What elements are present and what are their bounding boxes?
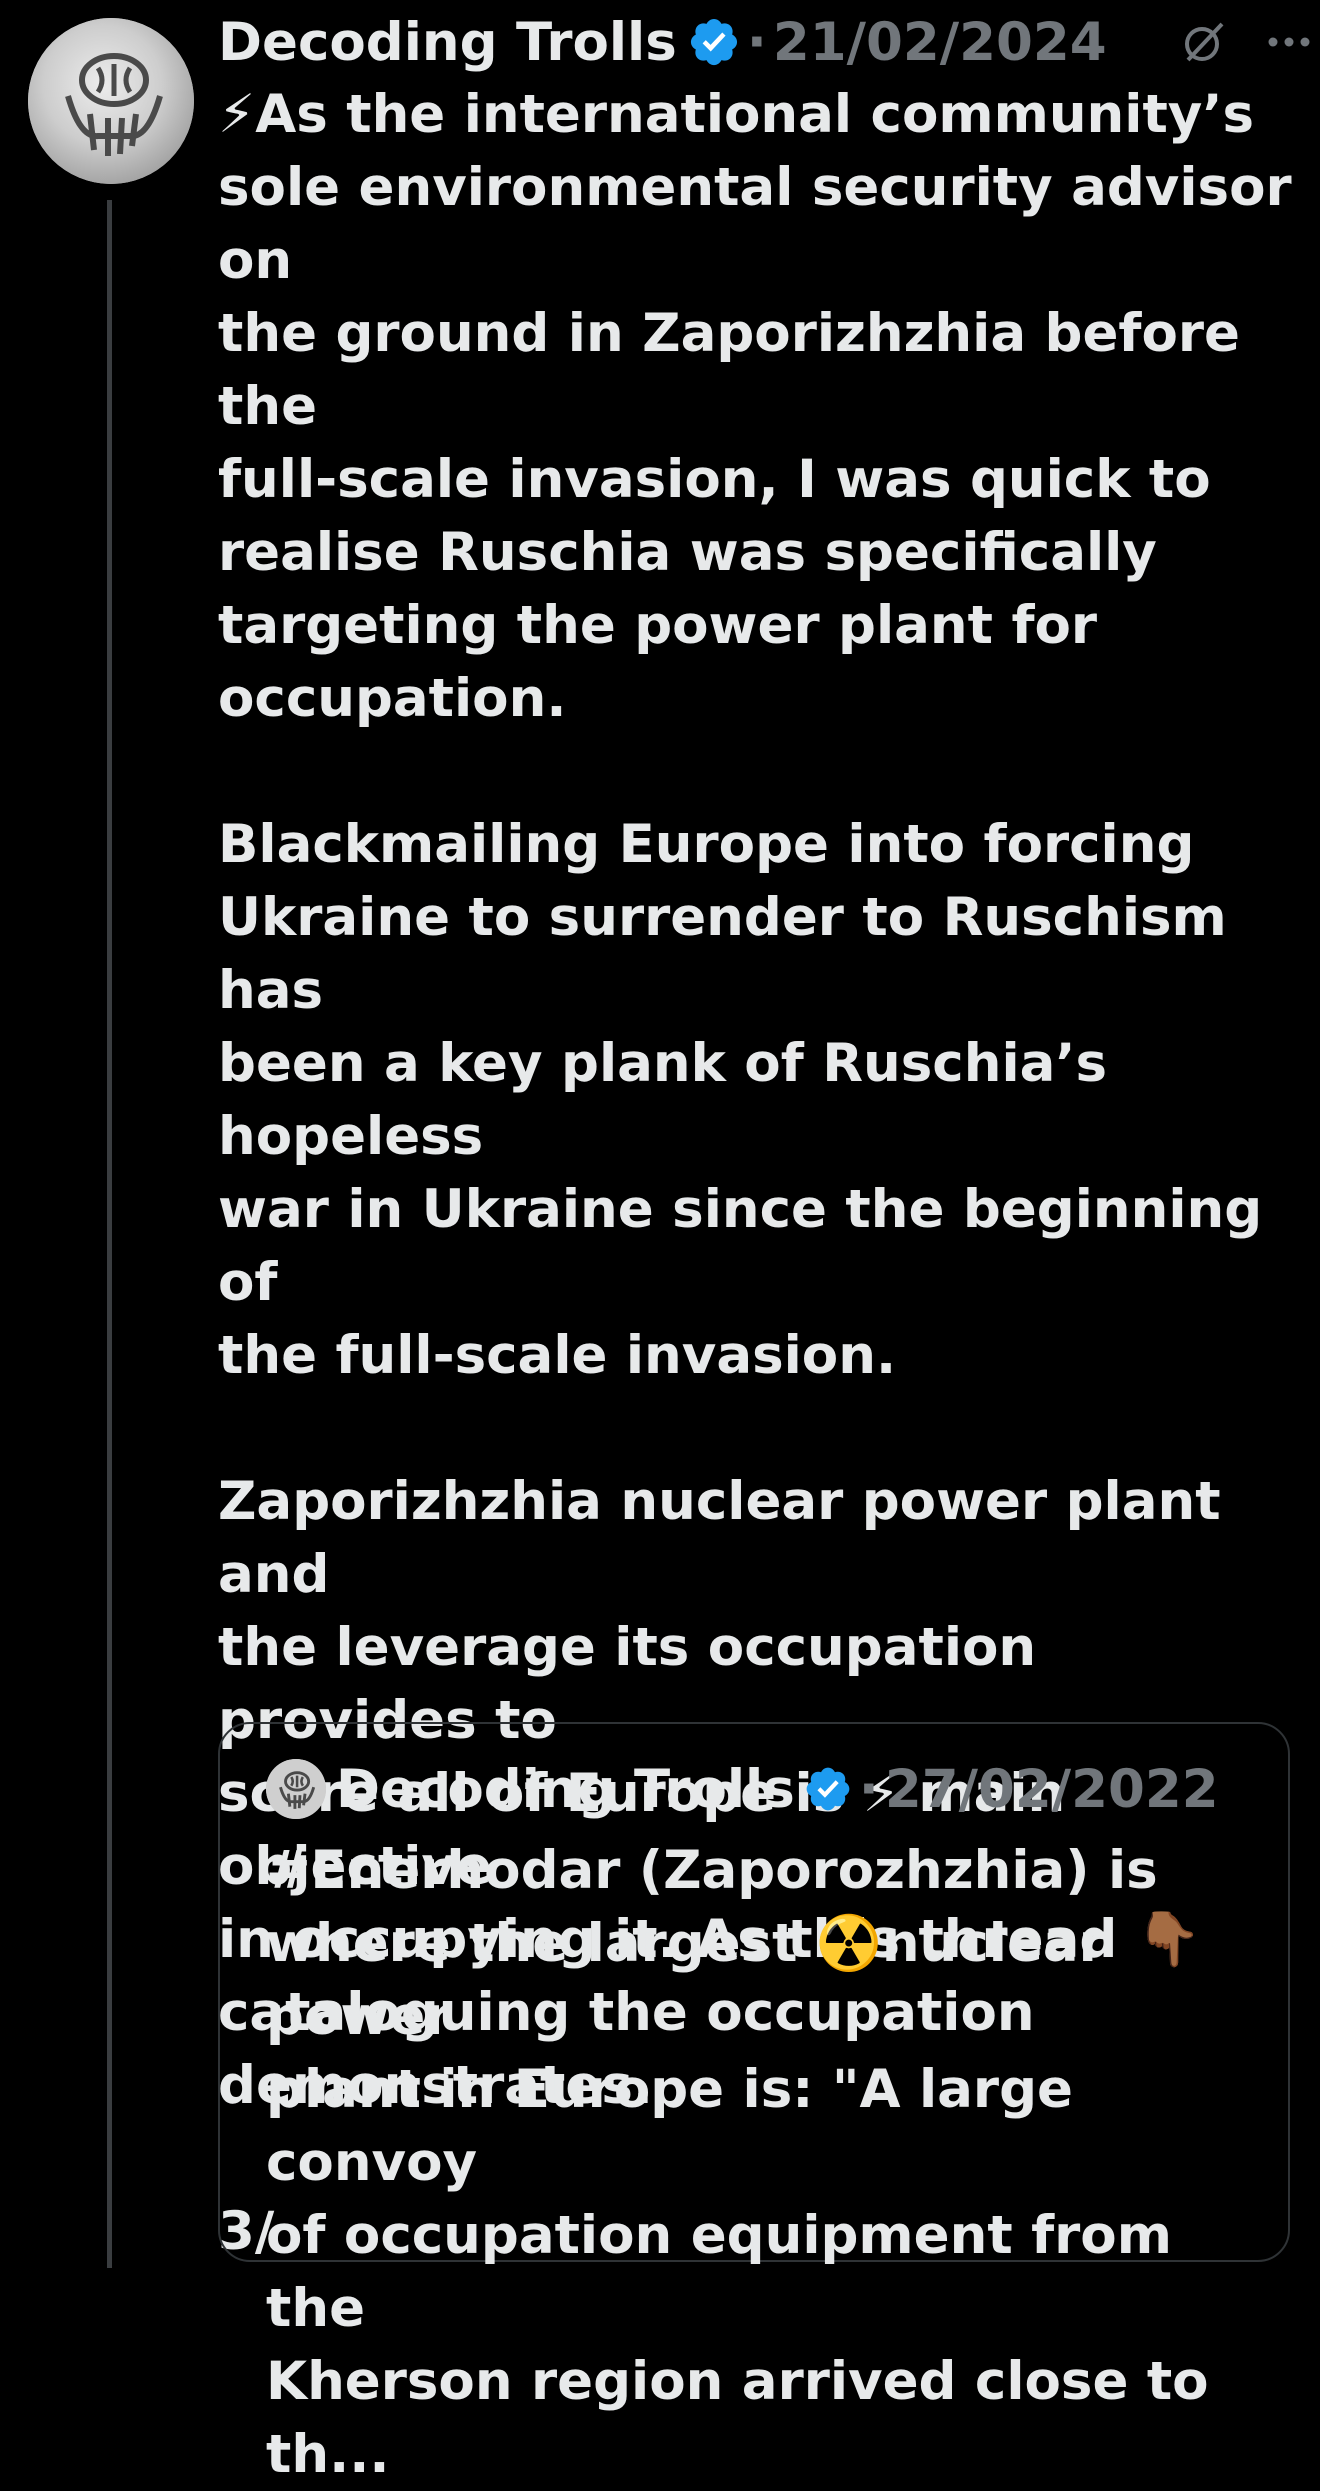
quoted-post-timestamp: 27/02/2022 xyxy=(884,1758,1219,1820)
grok-icon[interactable] xyxy=(1168,4,1240,80)
more-options-icon[interactable] xyxy=(1254,4,1320,80)
quoted-post-text: #Enerhodar (Zaporozhzhia) is where the l… xyxy=(266,1840,1209,2485)
separator-dot: · xyxy=(746,11,767,73)
thread-connector-line xyxy=(107,200,112,2268)
post-timestamp[interactable]: 21/02/2024 xyxy=(773,12,1107,73)
author-avatar[interactable] xyxy=(28,18,194,184)
quoted-post-header: Decoding Trolls · 27/02/2022 xyxy=(266,1750,1219,1828)
verified-badge-icon[interactable] xyxy=(687,15,741,69)
quoted-author-display-name: Decoding Trolls xyxy=(336,1758,795,1820)
quoted-separator-dot: · xyxy=(858,1758,879,1820)
quoted-verified-badge-icon xyxy=(803,1764,853,1814)
quoted-author-avatar xyxy=(266,1759,326,1819)
author-display-name[interactable]: Decoding Trolls xyxy=(218,12,677,73)
post-header: Decoding Trolls · 21/02/2024 xyxy=(218,4,1310,80)
quoted-post-card[interactable]: Decoding Trolls · 27/02/2022 #Enerhodar … xyxy=(218,1722,1290,2485)
